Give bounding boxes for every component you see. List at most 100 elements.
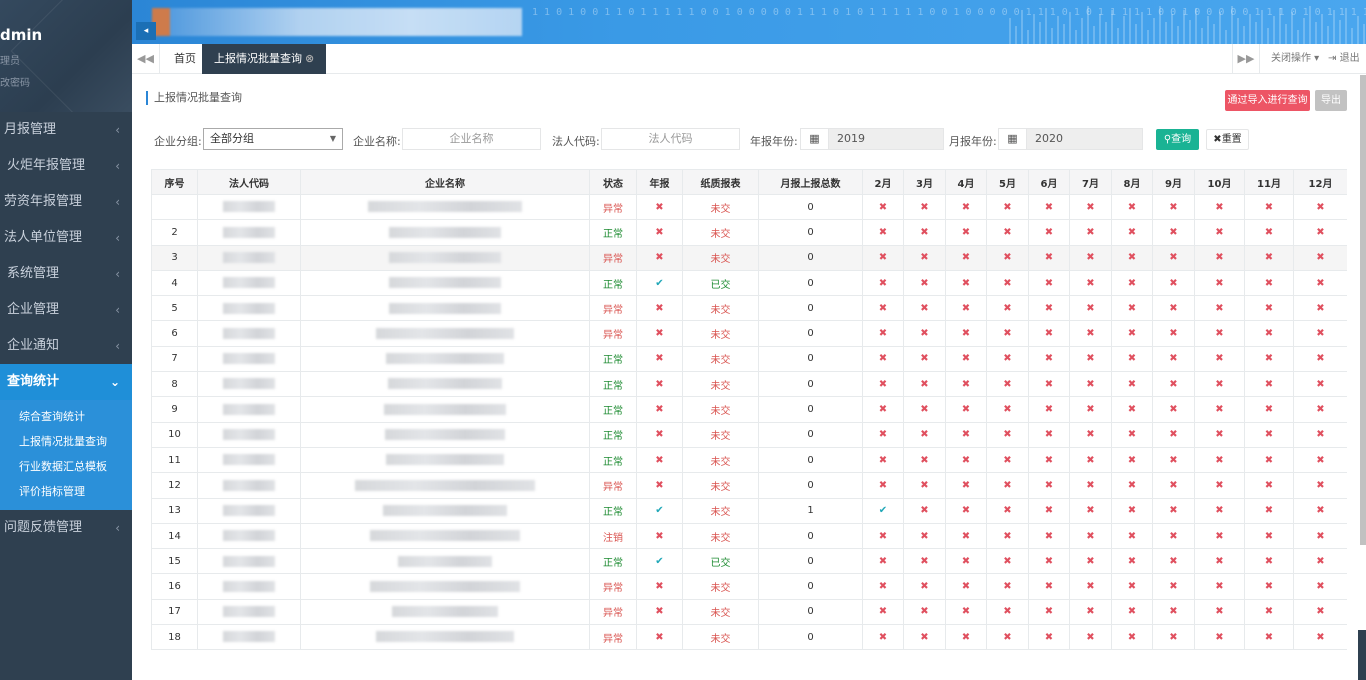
tab-batch-report-query[interactable]: 上报情况批量查询 ⊗ — [202, 44, 327, 74]
scrollbar-thumb[interactable] — [1360, 75, 1366, 545]
cross-icon: ✖ — [636, 573, 683, 600]
cross-icon: ✖ — [1194, 522, 1245, 550]
chevron-down-icon: ⌄ — [109, 375, 120, 389]
group-select[interactable]: 全部分组 ▼ — [203, 128, 343, 150]
table-row[interactable]: 16 异常 ✖ 未交 0 ✖ ✖ ✖ ✖ ✖ ✖ ✖ ✖ ✖ ✖ ✖ — [151, 573, 1347, 600]
cross-icon: ✖ — [1244, 345, 1294, 373]
sidebar-item-torch-annual[interactable]: 火炬年报管理 ‹ — [0, 148, 132, 184]
cross-icon: ✖ — [1293, 497, 1347, 524]
sidebar-item-monthly-report[interactable]: 月报管理 ‹ — [0, 112, 132, 148]
cross-icon: ✖ — [1293, 345, 1347, 373]
cross-icon: ✖ — [862, 446, 904, 474]
table-row[interactable]: 9 正常 ✖ 未交 0 ✖ ✖ ✖ ✖ ✖ ✖ ✖ ✖ ✖ ✖ ✖ — [151, 396, 1347, 423]
sidebar-item-enterprise[interactable]: 企业管理 ‹ — [0, 292, 132, 328]
table-row[interactable]: 4 正常 ✔ 已交 0 ✖ ✖ ✖ ✖ ✖ ✖ ✖ ✖ ✖ ✖ ✖ — [151, 269, 1347, 297]
legal-code-input[interactable]: 法人代码 — [601, 128, 740, 150]
sidebar-item-labor-annual[interactable]: 劳资年报管理 ‹ — [0, 184, 132, 220]
sidebar-toggle-button[interactable]: ◂ — [136, 22, 156, 40]
paper-report-cell: 未交 — [682, 193, 759, 221]
user-name[interactable]: dmin — [0, 26, 42, 44]
monthly-year-value: 2020 — [1035, 132, 1063, 145]
annual-year-picker[interactable]: ▦ 2019 — [800, 128, 944, 150]
table-row[interactable]: 10 正常 ✖ 未交 0 ✖ ✖ ✖ ✖ ✖ ✖ ✖ ✖ ✖ ✖ ✖ — [151, 421, 1347, 448]
enterprise-name-cell — [300, 295, 590, 322]
cross-icon: ✖ — [945, 598, 987, 626]
cross-icon: ✖ — [1152, 320, 1195, 347]
table-row[interactable]: 11 正常 ✖ 未交 0 ✖ ✖ ✖ ✖ ✖ ✖ ✖ ✖ ✖ ✖ ✖ — [151, 446, 1347, 474]
legal-code-cell — [197, 573, 301, 600]
sidebar-item-query-stats[interactable]: 查询统计 ⌄ — [0, 364, 132, 400]
table-row[interactable]: 异常 ✖ 未交 0 ✖ ✖ ✖ ✖ ✖ ✖ ✖ ✖ ✖ ✖ ✖ — [151, 193, 1347, 221]
cross-icon: ✖ — [1069, 396, 1112, 423]
monthly-total-cell: 0 — [758, 446, 863, 474]
monthly-year-label: 月报年份: — [949, 135, 997, 148]
redacted-code — [223, 454, 275, 466]
close-operations-dropdown[interactable]: 关闭操作 ▾ — [1271, 44, 1319, 74]
check-icon: ✔ — [636, 497, 683, 524]
submenu-item-comprehensive-query[interactable]: 综合查询统计 — [0, 404, 132, 429]
chevron-left-icon: ‹ — [115, 231, 120, 245]
cross-icon: ✖ — [1069, 548, 1112, 575]
submenu-item-industry-template[interactable]: 行业数据汇总模板 — [0, 454, 132, 479]
column-header: 3月 — [903, 169, 946, 195]
change-password-link[interactable]: 改密码 — [0, 74, 30, 89]
export-button[interactable]: 导出 — [1315, 90, 1347, 111]
cross-icon: ✖ — [986, 573, 1029, 600]
row-number: 2 — [151, 219, 198, 246]
submenu-item-batch-report-query[interactable]: 上报情况批量查询 — [0, 429, 132, 454]
cross-icon: ✖ — [1069, 624, 1112, 651]
query-button[interactable]: ⚲查询 — [1156, 129, 1199, 150]
banner-bars-decoration — [1009, 6, 1365, 44]
table-row[interactable]: 3 异常 ✖ 未交 0 ✖ ✖ ✖ ✖ ✖ ✖ ✖ ✖ ✖ ✖ ✖ — [151, 244, 1347, 271]
table-row[interactable]: 14 注销 ✖ 未交 0 ✖ ✖ ✖ ✖ ✖ ✖ ✖ ✖ ✖ ✖ ✖ — [151, 522, 1347, 550]
table-row[interactable]: 13 正常 ✔ 未交 1 ✔ ✖ ✖ ✖ ✖ ✖ ✖ ✖ ✖ ✖ ✖ — [151, 497, 1347, 524]
legal-code-cell — [197, 219, 301, 246]
row-number: 17 — [151, 598, 198, 626]
table-row[interactable]: 15 正常 ✔ 已交 0 ✖ ✖ ✖ ✖ ✖ ✖ ✖ ✖ ✖ ✖ ✖ — [151, 548, 1347, 575]
sidebar-item-notice[interactable]: 企业通知 ‹ — [0, 328, 132, 364]
tab-scroll-right-button[interactable]: ▶▶ — [1232, 44, 1260, 74]
monthly-year-picker[interactable]: ▦ 2020 — [998, 128, 1143, 150]
table-row[interactable]: 5 异常 ✖ 未交 0 ✖ ✖ ✖ ✖ ✖ ✖ ✖ ✖ ✖ ✖ ✖ — [151, 295, 1347, 322]
enterprise-name-cell — [300, 497, 590, 524]
cross-icon: ✖ — [945, 219, 987, 246]
tab-scroll-left-button[interactable]: ◀◀ — [132, 44, 160, 74]
cross-icon: ✖ — [1293, 295, 1347, 322]
chevron-left-icon: ‹ — [115, 303, 120, 317]
submenu-item-evaluation-index[interactable]: 评价指标管理 — [0, 479, 132, 504]
cross-icon: ✖ — [1244, 244, 1294, 271]
import-query-button[interactable]: 通过导入进行查询 — [1225, 90, 1310, 111]
table-row[interactable]: 17 异常 ✖ 未交 0 ✖ ✖ ✖ ✖ ✖ ✖ ✖ ✖ ✖ ✖ ✖ — [151, 598, 1347, 626]
vertical-scrollbar[interactable] — [1360, 75, 1366, 545]
reset-button[interactable]: ✖重置 — [1206, 129, 1249, 150]
sidebar-item-label: 查询统计 — [7, 374, 60, 389]
column-header: 11月 — [1244, 169, 1294, 195]
cross-icon: ✖ — [945, 396, 987, 423]
table-row[interactable]: 18 异常 ✖ 未交 0 ✖ ✖ ✖ ✖ ✖ ✖ ✖ ✖ ✖ ✖ ✖ — [151, 624, 1347, 651]
sidebar-item-feedback[interactable]: 问题反馈管理 ‹ — [0, 510, 132, 546]
table-row[interactable]: 7 正常 ✖ 未交 0 ✖ ✖ ✖ ✖ ✖ ✖ ✖ ✖ ✖ ✖ ✖ — [151, 345, 1347, 373]
cross-icon: ✖ — [1244, 446, 1294, 474]
legal-code-cell — [197, 371, 301, 398]
column-header: 企业名称 — [300, 169, 590, 195]
close-icon[interactable]: ⊗ — [305, 52, 314, 65]
redacted-code — [223, 353, 275, 365]
enterprise-name-input[interactable]: 企业名称 — [402, 128, 541, 150]
paper-report-cell: 未交 — [682, 573, 759, 600]
sidebar-item-system[interactable]: 系统管理 ‹ — [0, 256, 132, 292]
cross-icon: ✖ — [1028, 446, 1070, 474]
status-cell: 异常 — [589, 193, 637, 221]
enterprise-name-cell — [300, 421, 590, 448]
cross-icon: ✖ — [986, 522, 1029, 550]
sidebar: dmin 理员 改密码 月报管理 ‹ 火炬年报管理 ‹ 劳资年报管理 ‹ 法人单… — [0, 0, 132, 680]
logout-button[interactable]: ⇥ 退出 — [1328, 44, 1360, 74]
calendar-icon: ▦ — [801, 129, 829, 149]
cross-icon: ✖ — [636, 193, 683, 221]
table-row[interactable]: 6 异常 ✖ 未交 0 ✖ ✖ ✖ ✖ ✖ ✖ ✖ ✖ ✖ ✖ ✖ — [151, 320, 1347, 347]
table-row[interactable]: 8 正常 ✖ 未交 0 ✖ ✖ ✖ ✖ ✖ ✖ ✖ ✖ ✖ ✖ ✖ — [151, 371, 1347, 398]
cross-icon: ✖ — [1069, 522, 1112, 550]
table-row[interactable]: 12 异常 ✖ 未交 0 ✖ ✖ ✖ ✖ ✖ ✖ ✖ ✖ ✖ ✖ ✖ — [151, 472, 1347, 499]
table-row[interactable]: 2 正常 ✖ 未交 0 ✖ ✖ ✖ ✖ ✖ ✖ ✖ ✖ ✖ ✖ ✖ — [151, 219, 1347, 246]
sidebar-item-legal-entity[interactable]: 法人单位管理 ‹ — [0, 220, 132, 256]
group-label: 企业分组: — [154, 135, 202, 148]
